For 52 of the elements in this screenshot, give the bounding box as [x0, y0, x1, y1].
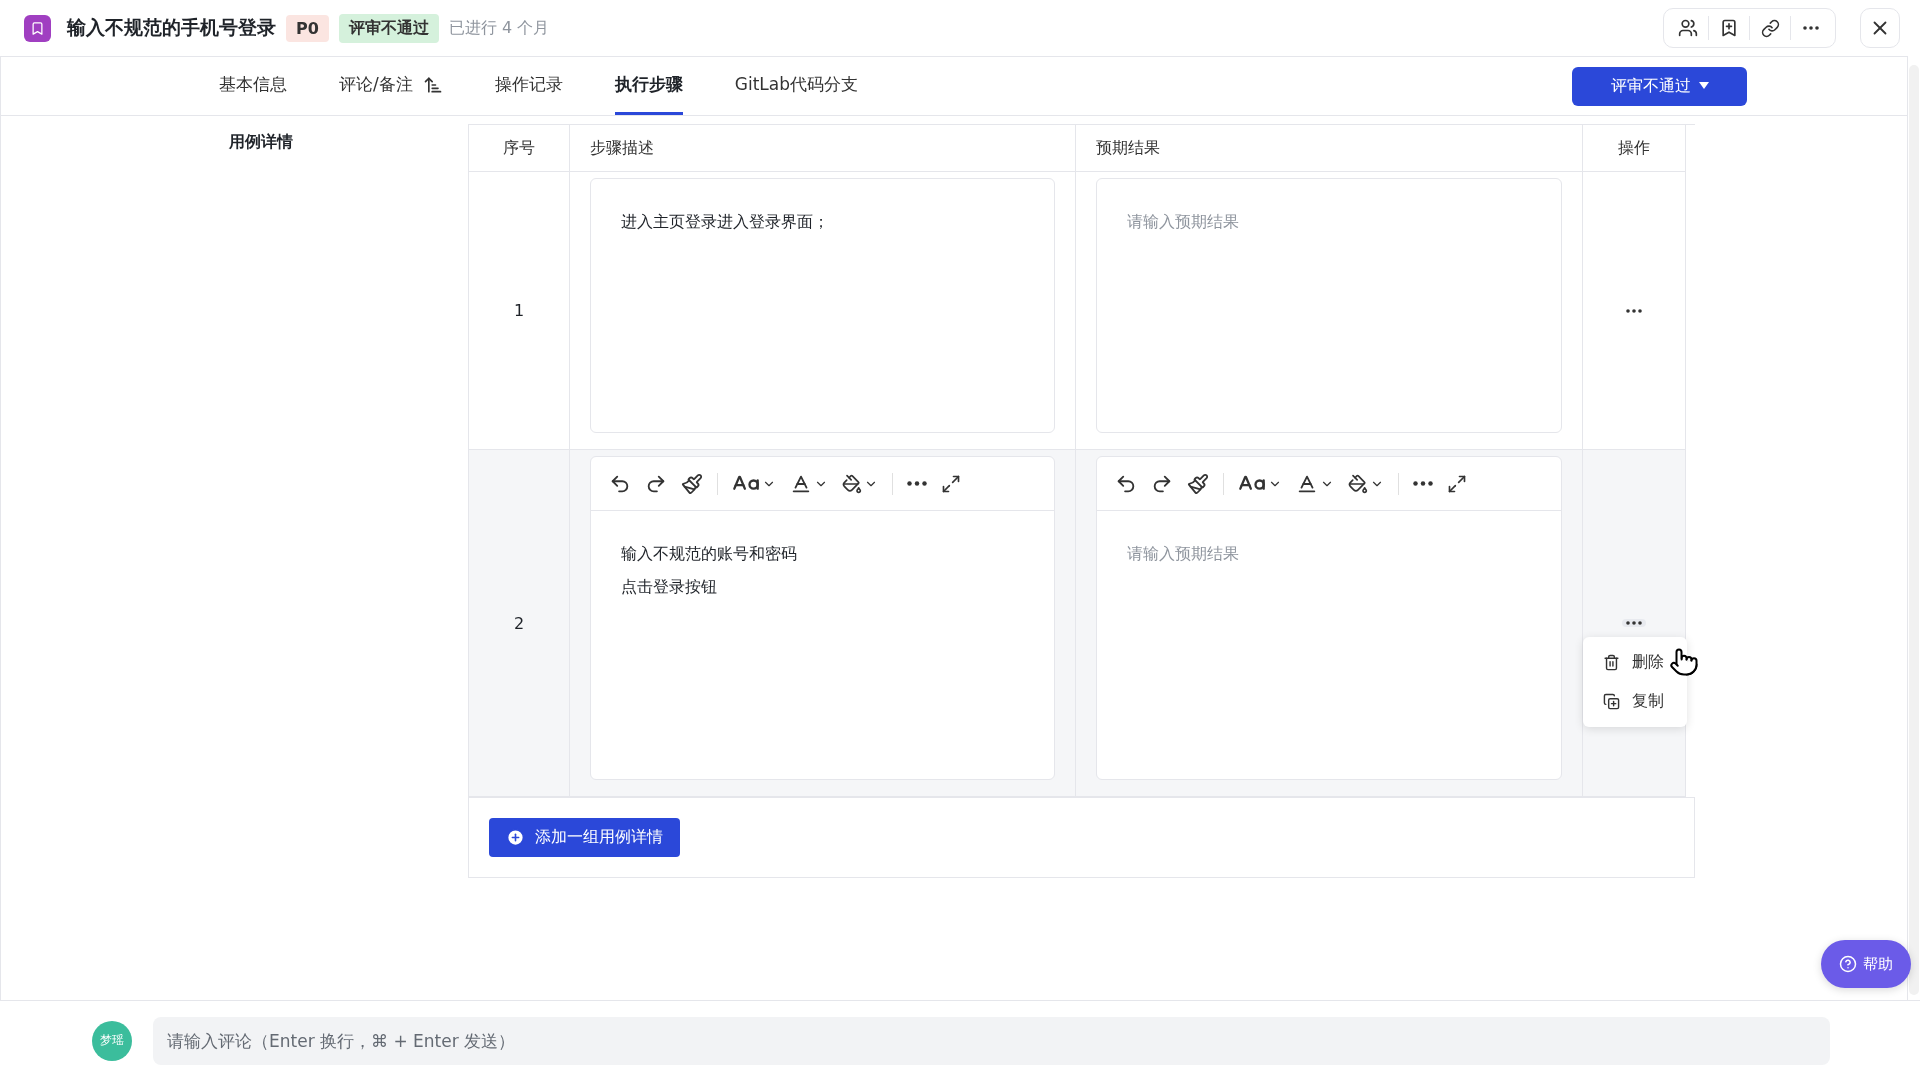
elapsed-time: 已进行 4 个月: [448, 17, 550, 39]
expected-result-editor[interactable]: 请输入预期结果: [1096, 456, 1562, 780]
plus-circle-icon: [506, 828, 525, 847]
expected-result-input[interactable]: 请输入预期结果: [1097, 179, 1561, 432]
add-step-button[interactable]: 添加一组用例详情: [489, 818, 680, 857]
bookmark-plus-icon: [1719, 18, 1739, 38]
step-editor[interactable]: 输入不规范的账号和密码 点击登录按钮: [590, 456, 1055, 780]
link-icon: [1760, 18, 1780, 38]
expand-icon: [941, 473, 961, 494]
more-icon: [907, 481, 927, 486]
case-title: 输入不规范的手机号登录: [67, 15, 276, 40]
close-button[interactable]: [1860, 8, 1900, 48]
paintbrush-icon: [681, 472, 703, 495]
more-icon: [1626, 308, 1642, 313]
copy-icon: [1603, 693, 1620, 710]
row-actions-button[interactable]: [1622, 619, 1646, 627]
column-header: 预期结果: [1076, 125, 1583, 172]
caret-icon: [1698, 82, 1709, 90]
tab[interactable]: 评论/备注: [339, 57, 443, 115]
column-header: 序号: [469, 125, 570, 172]
menu-item[interactable]: 删除: [1583, 643, 1687, 682]
step-input[interactable]: 输入不规范的账号和密码 点击登录按钮: [591, 511, 1054, 779]
more-icon: [1413, 481, 1433, 486]
comment-input[interactable]: 请输入评论（Enter 换行，⌘ + Enter 发送）: [153, 1016, 1830, 1065]
paint-bucket-icon: [842, 473, 862, 494]
paint-bucket-icon: [1348, 473, 1368, 494]
trash-icon: [1603, 654, 1620, 671]
tab[interactable]: 执行步骤: [614, 57, 683, 115]
priority-tag: P0: [286, 14, 329, 42]
tab[interactable]: 操作记录: [494, 57, 563, 115]
tab[interactable]: 基本信息: [219, 57, 287, 115]
user-avatar: 梦瑶: [92, 1020, 132, 1061]
help-icon: [1839, 955, 1857, 973]
status-tag: 评审不通过: [338, 13, 439, 43]
tab[interactable]: GitLab代码分支: [734, 57, 858, 115]
expected-result-input[interactable]: 请输入预期结果: [1097, 511, 1561, 779]
users-icon: [1678, 18, 1698, 38]
menu-item[interactable]: 复制: [1583, 682, 1687, 721]
section-label: 用例详情: [229, 132, 293, 151]
column-header: 步骤描述: [570, 125, 1076, 172]
more-icon: [1626, 621, 1642, 625]
help-button[interactable]: 帮助: [1821, 940, 1911, 988]
paintbrush-icon: [1187, 472, 1209, 495]
review-status-button[interactable]: 评审不通过: [1572, 66, 1747, 106]
step-input[interactable]: 进入主页登录进入登录界面；: [591, 179, 1054, 432]
more-icon: [1803, 26, 1819, 30]
expand-icon: [1447, 473, 1467, 494]
row-number: 2: [513, 613, 525, 633]
column-header: 操作: [1583, 125, 1686, 172]
row-number: 1: [513, 301, 525, 320]
scrollbar[interactable]: [1909, 65, 1919, 995]
bookmark-icon: [24, 14, 51, 42]
